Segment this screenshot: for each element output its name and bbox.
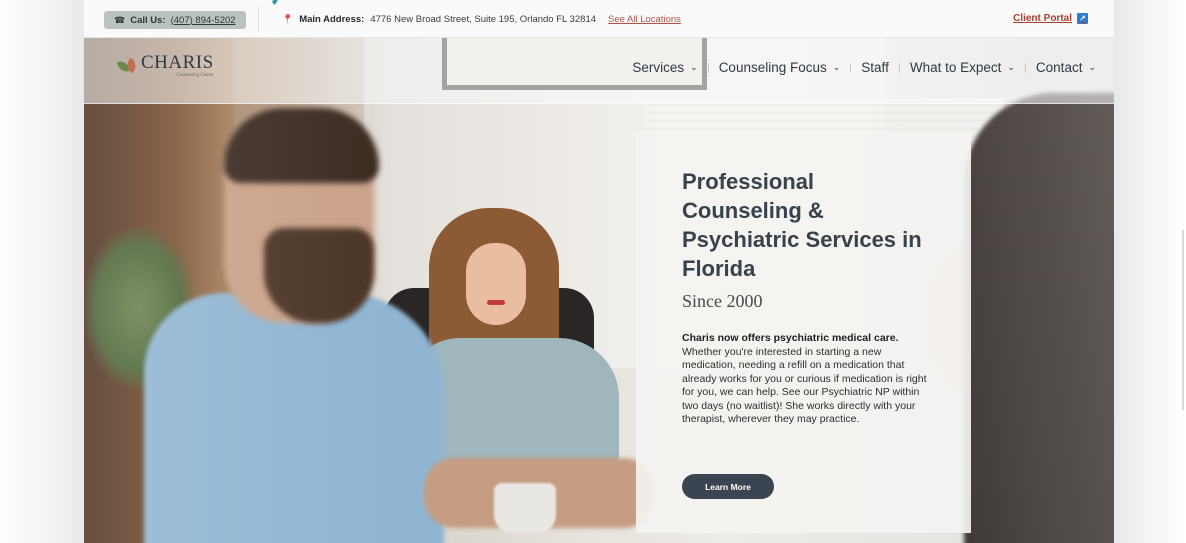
chevron-down-icon: ⌄ — [690, 62, 698, 72]
nav-label: Staff — [861, 60, 889, 75]
client-portal-label: Client Portal — [1013, 13, 1072, 24]
chevron-down-icon: ⌄ — [832, 62, 841, 72]
main-nav: Services ⌄ Counseling Focus ⌄ Staff What… — [622, 60, 1106, 75]
chevron-down-icon: ⌄ — [1088, 62, 1096, 72]
main-address: 📍 Main Address: 4776 New Broad Street, S… — [282, 14, 681, 25]
website: ☎ Call Us: (407) 894-5202 📍 Main Address… — [84, 0, 1114, 543]
top-utility-bar: ☎ Call Us: (407) 894-5202 📍 Main Address… — [84, 0, 1114, 38]
nav-label: Contact — [1035, 60, 1083, 75]
hero-body: Charis now offers psychiatric medical ca… — [682, 332, 927, 427]
hero-title: Professional Counseling & Psychiatric Se… — [682, 169, 922, 281]
nav-services[interactable]: Services ⌄ — [622, 60, 707, 75]
chevron-down-icon: ⌄ — [1007, 62, 1015, 72]
nav-what-to-expect[interactable]: What to Expect ⌄ — [900, 60, 1025, 75]
page-frame-left — [0, 0, 84, 543]
address-label: Main Address: — [299, 14, 365, 25]
page-frame-right — [1114, 0, 1186, 543]
topbar-divider — [258, 6, 259, 32]
site-header: CHARIS Counseling Center Services ⌄ Coun… — [84, 38, 1114, 104]
nav-label: Counseling Focus — [718, 60, 827, 75]
see-all-locations-link[interactable]: See All Locations — [608, 14, 681, 25]
nav-label: What to Expect — [909, 60, 1002, 75]
scroll-edge — [1182, 230, 1184, 410]
phone-icon: ☎ — [114, 14, 126, 25]
call-us-pill[interactable]: ☎ Call Us: (407) 894-5202 — [104, 11, 246, 29]
logo-subtitle: Counseling Center — [176, 73, 214, 78]
nav-contact[interactable]: Contact ⌄ — [1026, 60, 1106, 75]
nav-staff[interactable]: Staff — [851, 60, 899, 75]
nav-counseling-focus[interactable]: Counseling Focus ⌄ — [709, 60, 851, 75]
client-portal-link[interactable]: Client Portal ↗ — [1013, 13, 1088, 24]
teal-accent-shape — [256, 0, 278, 8]
leaf-logo-icon — [116, 57, 139, 74]
address-text: 4776 New Broad Street, Suite 195, Orland… — [370, 14, 597, 25]
call-label: Call Us: — [130, 14, 166, 26]
external-link-icon: ↗ — [1077, 13, 1088, 24]
hero-content-card: Professional Counseling & Psychiatric Se… — [636, 133, 971, 533]
hero-body-bold: Charis now offers psychiatric medical ca… — [682, 332, 899, 344]
learn-more-button[interactable]: Learn More — [682, 474, 774, 499]
charis-logo[interactable]: CHARIS Counseling Center — [116, 52, 214, 78]
phone-link[interactable]: (407) 894-5202 — [171, 15, 236, 26]
hero-body-text: Whether you're interested in starting a … — [682, 345, 927, 426]
logo-name: CHARIS — [141, 52, 214, 73]
map-pin-icon: 📍 — [282, 14, 294, 24]
hero-since: Since 2000 — [682, 291, 763, 311]
nav-label: Services — [632, 60, 685, 75]
